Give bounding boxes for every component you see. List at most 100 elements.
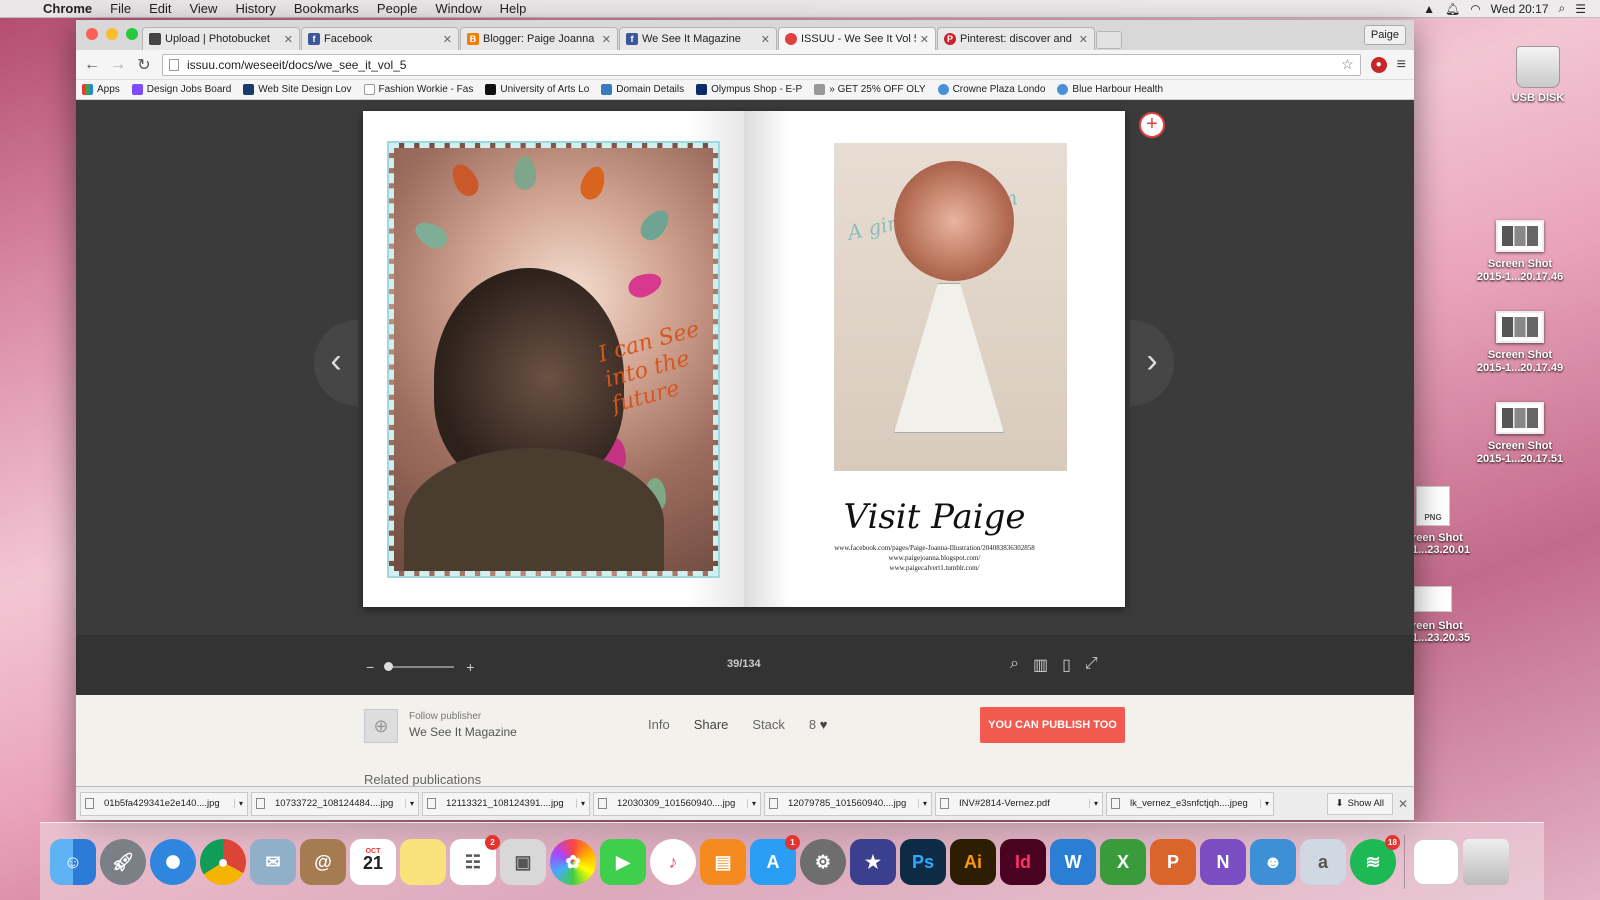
tab-we-see-it[interactable]: f We See It Magazine ✕ <box>619 27 777 50</box>
illustrator-icon[interactable]: Ai <box>950 838 996 885</box>
download-item[interactable]: 12030309_101560940....jpg ▾ <box>593 791 761 816</box>
forward-arrow-icon[interactable]: → <box>110 56 126 74</box>
zoom-slider[interactable] <box>384 662 455 671</box>
font-book-icon[interactable]: a <box>1300 838 1346 885</box>
facetime-icon[interactable]: ▶ <box>600 838 646 885</box>
menu-help[interactable]: Help <box>491 0 536 18</box>
chrome-icon[interactable]: ● <box>200 838 246 885</box>
reminders-icon[interactable]: ☷ 2 <box>450 834 500 885</box>
system-preferences-gear-icon[interactable]: ⚙ <box>800 838 846 885</box>
desktop-screenshot-3[interactable]: Screen Shot 2015-1...20.17.51 <box>1470 402 1570 466</box>
contacts-icon[interactable]: @ <box>300 838 346 885</box>
chrome-menu-icon[interactable]: ≡ <box>1397 56 1406 74</box>
menu-people[interactable]: People <box>368 0 426 18</box>
stack-link[interactable]: Stack <box>752 717 785 732</box>
single-page-icon[interactable]: ▯ <box>1062 655 1071 675</box>
safari-icon[interactable]: ⊘ <box>150 838 196 885</box>
bookmark-crowne-plaza[interactable]: Crowne Plaza Londo <box>937 84 1045 95</box>
bookmark-design-jobs[interactable]: Design Jobs Board <box>131 84 231 95</box>
next-page-button[interactable]: › <box>1130 320 1174 406</box>
finder-icon[interactable]: ☺ <box>50 838 96 885</box>
bookmark-university[interactable]: University of Arts Lo <box>485 84 589 95</box>
tab-photobucket[interactable]: Upload | Photobucket ✕ <box>142 27 300 50</box>
close-tab-icon[interactable]: ✕ <box>284 33 293 46</box>
info-link[interactable]: Info <box>648 717 670 732</box>
mail-stamp-icon[interactable]: ✉ <box>250 838 296 885</box>
tab-blogger[interactable]: B Blogger: Paige Joanna - E ✕ <box>460 27 618 50</box>
desktop-screenshot-2[interactable]: Screen Shot 2015-1...20.17.49 <box>1470 311 1570 375</box>
chevron-down-icon[interactable]: ▾ <box>233 799 243 808</box>
chevron-down-icon[interactable]: ▾ <box>1088 799 1098 808</box>
imovie-star-icon[interactable]: ★ <box>850 838 896 885</box>
menu-file[interactable]: File <box>101 0 140 18</box>
chevron-down-icon[interactable]: ▾ <box>917 799 927 808</box>
show-all-downloads-button[interactable]: ⬇ Show All <box>1326 792 1393 815</box>
zoom-window-button[interactable] <box>126 28 138 40</box>
fullscreen-icon[interactable]: ⤢ <box>1085 655 1098 675</box>
publisher-name[interactable]: We See It Magazine <box>409 725 517 739</box>
bookmark-blue-harbour[interactable]: Blue Harbour Health <box>1057 84 1163 95</box>
follow-publisher-avatar-icon[interactable]: ⊕ <box>364 709 398 743</box>
launchpad-icon[interactable]: 🚀︎ <box>100 838 146 885</box>
new-tab-button[interactable] <box>1096 31 1122 49</box>
ibooks-icon[interactable]: ▤ <box>700 838 746 885</box>
follow-publisher-label[interactable]: Follow publisher <box>409 711 481 722</box>
bookmark-fashion-workie[interactable]: Fashion Workie - Fas <box>363 84 473 95</box>
desktop-usb-disk[interactable]: USB DISK <box>1506 46 1570 104</box>
publish-cta-button[interactable]: YOU CAN PUBLISH TOO <box>980 707 1125 743</box>
itunes-icon[interactable]: ♪ <box>650 838 696 885</box>
close-tab-icon[interactable]: ✕ <box>443 33 452 46</box>
powerpoint-icon[interactable]: P <box>1150 838 1196 885</box>
drive-icon[interactable]: ▲ <box>1423 2 1435 16</box>
tab-facebook[interactable]: f Facebook ✕ <box>301 27 459 50</box>
onenote-icon[interactable]: N <box>1200 838 1246 885</box>
download-item[interactable]: 12113321_108124391....jpg ▾ <box>422 791 590 816</box>
close-tab-icon[interactable]: ✕ <box>761 33 770 46</box>
spread-view-icon[interactable]: ▥ <box>1033 655 1048 675</box>
chevron-down-icon[interactable]: ▾ <box>746 799 756 808</box>
zoom-slider-handle[interactable] <box>384 662 394 671</box>
excel-icon[interactable]: X <box>1100 838 1146 885</box>
profile-button[interactable]: Paige <box>1363 25 1406 45</box>
menu-clock[interactable]: Wed 20:17 <box>1491 2 1549 16</box>
zoom-out-icon[interactable]: − <box>366 659 374 675</box>
bookmark-apps[interactable]: Apps <box>82 84 120 95</box>
extension-icon[interactable]: ● <box>1370 56 1387 73</box>
desktop-screenshot-4[interactable]: PNG reen Shot 1...23.20.01 <box>1412 486 1472 556</box>
bookmark-web-site-design[interactable]: Web Site Design Lov <box>243 84 352 95</box>
trash-icon[interactable] <box>1463 838 1509 885</box>
bookmark-domain-details[interactable]: Domain Details <box>601 84 684 95</box>
menu-bookmarks[interactable]: Bookmarks <box>285 0 368 18</box>
menu-app-name[interactable]: Chrome <box>34 0 101 18</box>
wifi-icon[interactable]: ◠ <box>1470 2 1480 16</box>
calendar-icon[interactable]: OCT 21 <box>350 838 396 885</box>
desktop-screenshot-1[interactable]: Screen Shot 2015-1...20.17.46 <box>1470 220 1570 284</box>
notification-center-icon[interactable]: ☰ <box>1575 2 1586 16</box>
back-arrow-icon[interactable]: ← <box>84 56 100 74</box>
bookmark-get-25-off[interactable]: » GET 25% OFF OLY <box>814 84 926 95</box>
close-tab-icon[interactable]: ✕ <box>920 33 929 46</box>
spotlight-search-icon[interactable]: ⌕ <box>1559 1 1566 16</box>
chevron-down-icon[interactable]: ▾ <box>575 799 585 808</box>
previous-page-button[interactable]: ‹ <box>314 320 358 406</box>
desktop-screenshot-5[interactable]: reen Shot 1...23.20.35 <box>1412 586 1472 644</box>
menu-history[interactable]: History <box>226 0 284 18</box>
document-stack-icon[interactable] <box>1413 838 1459 885</box>
download-item[interactable]: 10733722_108124484....jpg ▾ <box>251 791 419 816</box>
menu-window[interactable]: Window <box>426 0 490 18</box>
notes-icon[interactable] <box>400 838 446 885</box>
tab-issuu[interactable]: ISSUU - We See It Vol 5 by ✕ <box>778 27 936 50</box>
close-tab-icon[interactable]: ✕ <box>602 33 611 46</box>
download-item[interactable]: lk_vernez_e3snfctjqh....jpeg ▾ <box>1106 791 1274 816</box>
indesign-icon[interactable]: Id <box>1000 838 1046 885</box>
word-icon[interactable]: W <box>1050 838 1096 885</box>
spotify-icon[interactable]: ≋ 18 <box>1350 834 1400 885</box>
bookmark-olympus[interactable]: Olympus Shop - E-P <box>696 84 802 95</box>
like-button[interactable]: 8 ♥ <box>809 717 828 732</box>
address-bar[interactable]: issuu.com/weseeit/docs/we_see_it_vol_5 ☆ <box>162 53 1361 76</box>
messenger-people-icon[interactable]: ☻ <box>1250 838 1296 885</box>
close-downloads-icon[interactable]: ✕ <box>1396 797 1410 811</box>
close-tab-icon[interactable]: ✕ <box>1079 33 1088 46</box>
tab-pinterest[interactable]: P Pinterest: discover and sav ✕ <box>937 27 1095 50</box>
search-icon[interactable]: ⌕ <box>1010 655 1019 675</box>
